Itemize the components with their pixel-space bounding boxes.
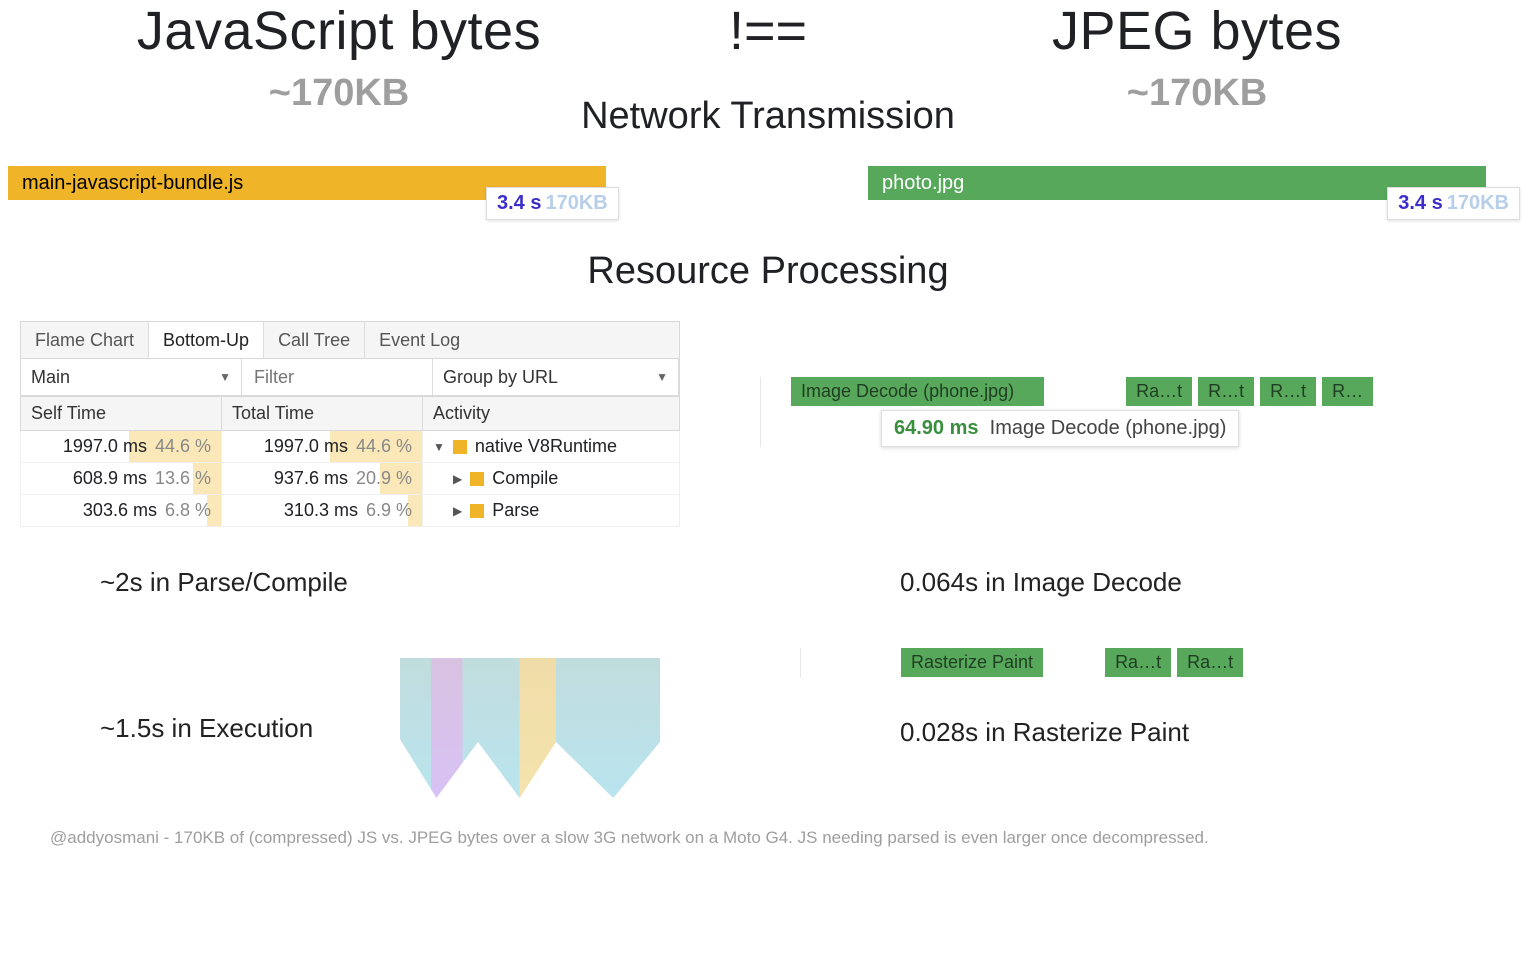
groupby-dropdown[interactable]: Group by URL▼ — [433, 359, 679, 395]
title-jpeg: JPEG bytes — [898, 0, 1496, 62]
decode-seg: R…t — [1198, 377, 1254, 406]
tab-bottom-up[interactable]: Bottom-Up — [149, 322, 264, 358]
size-jpeg: ~170KB — [898, 72, 1496, 115]
tab-flame-chart[interactable]: Flame Chart — [21, 322, 149, 358]
jpg-bar-tag: 3.4 s170KB — [1387, 187, 1520, 220]
decode-seg: Ra…t — [1126, 377, 1192, 406]
decode-seg: R… — [1322, 377, 1373, 406]
title-js: JavaScript bytes — [40, 0, 638, 62]
col-activity: Activity — [423, 397, 680, 431]
profiler-tabs: Flame Chart Bottom-Up Call Tree Event Lo… — [20, 321, 680, 358]
table-row[interactable]: 608.9 ms13.6 %937.6 ms20.9 %▶Compile — [21, 463, 680, 495]
thread-dropdown[interactable]: Main▼ — [21, 359, 242, 395]
decode-seg: R…t — [1260, 377, 1316, 406]
caption-image-decode: 0.064s in Image Decode — [800, 567, 1516, 598]
col-self-time: Self Time — [21, 397, 222, 431]
decode-main-seg: Image Decode (phone.jpg) — [791, 377, 1044, 406]
raster-seg: Ra…t — [1105, 648, 1171, 677]
profiler-panel: Flame Chart Bottom-Up Call Tree Event Lo… — [20, 321, 680, 527]
flame-chart-thumbnail — [400, 658, 660, 798]
tab-event-log[interactable]: Event Log — [365, 322, 474, 358]
caption-parse-compile: ~2s in Parse/Compile — [20, 567, 720, 598]
filter-input[interactable] — [252, 366, 422, 389]
raster-timeline: Rasterize Paint Ra…t Ra…t — [901, 648, 1516, 677]
col-total-time: Total Time — [222, 397, 423, 431]
js-bar-tag: 3.4 s170KB — [486, 187, 619, 220]
decode-timeline: Image Decode (phone.jpg) Ra…t R…t R…t R… — [791, 377, 1516, 406]
credit-line: @addyosmani - 170KB of (compressed) JS v… — [0, 798, 1536, 848]
table-row[interactable]: 1997.0 ms44.6 %1997.0 ms44.6 %▼native V8… — [21, 431, 680, 463]
table-row[interactable]: 303.6 ms6.8 %310.3 ms6.9 %▶Parse — [21, 495, 680, 527]
raster-seg: Ra…t — [1177, 648, 1243, 677]
filter-input-wrap — [242, 359, 433, 395]
section-processing: Resource Processing — [0, 250, 1536, 293]
profiler-table: Self Time Total Time Activity 1997.0 ms4… — [20, 396, 680, 527]
caption-raster: 0.028s in Rasterize Paint — [800, 717, 1516, 748]
raster-seg: Rasterize Paint — [901, 648, 1043, 677]
not-equal-operator: !== — [638, 0, 898, 62]
tab-call-tree[interactable]: Call Tree — [264, 322, 365, 358]
decode-tooltip: 64.90 ms Image Decode (phone.jpg) — [881, 410, 1239, 447]
network-bars: main-javascript-bundle.js 3.4 s170KB pho… — [0, 166, 1536, 200]
chevron-down-icon: ▼ — [656, 370, 668, 384]
caption-execution: ~1.5s in Execution — [20, 713, 400, 744]
size-js: ~170KB — [40, 72, 638, 115]
chevron-down-icon: ▼ — [219, 370, 231, 384]
decode-panel: Image Decode (phone.jpg) Ra…t R…t R…t R…… — [680, 321, 1516, 447]
